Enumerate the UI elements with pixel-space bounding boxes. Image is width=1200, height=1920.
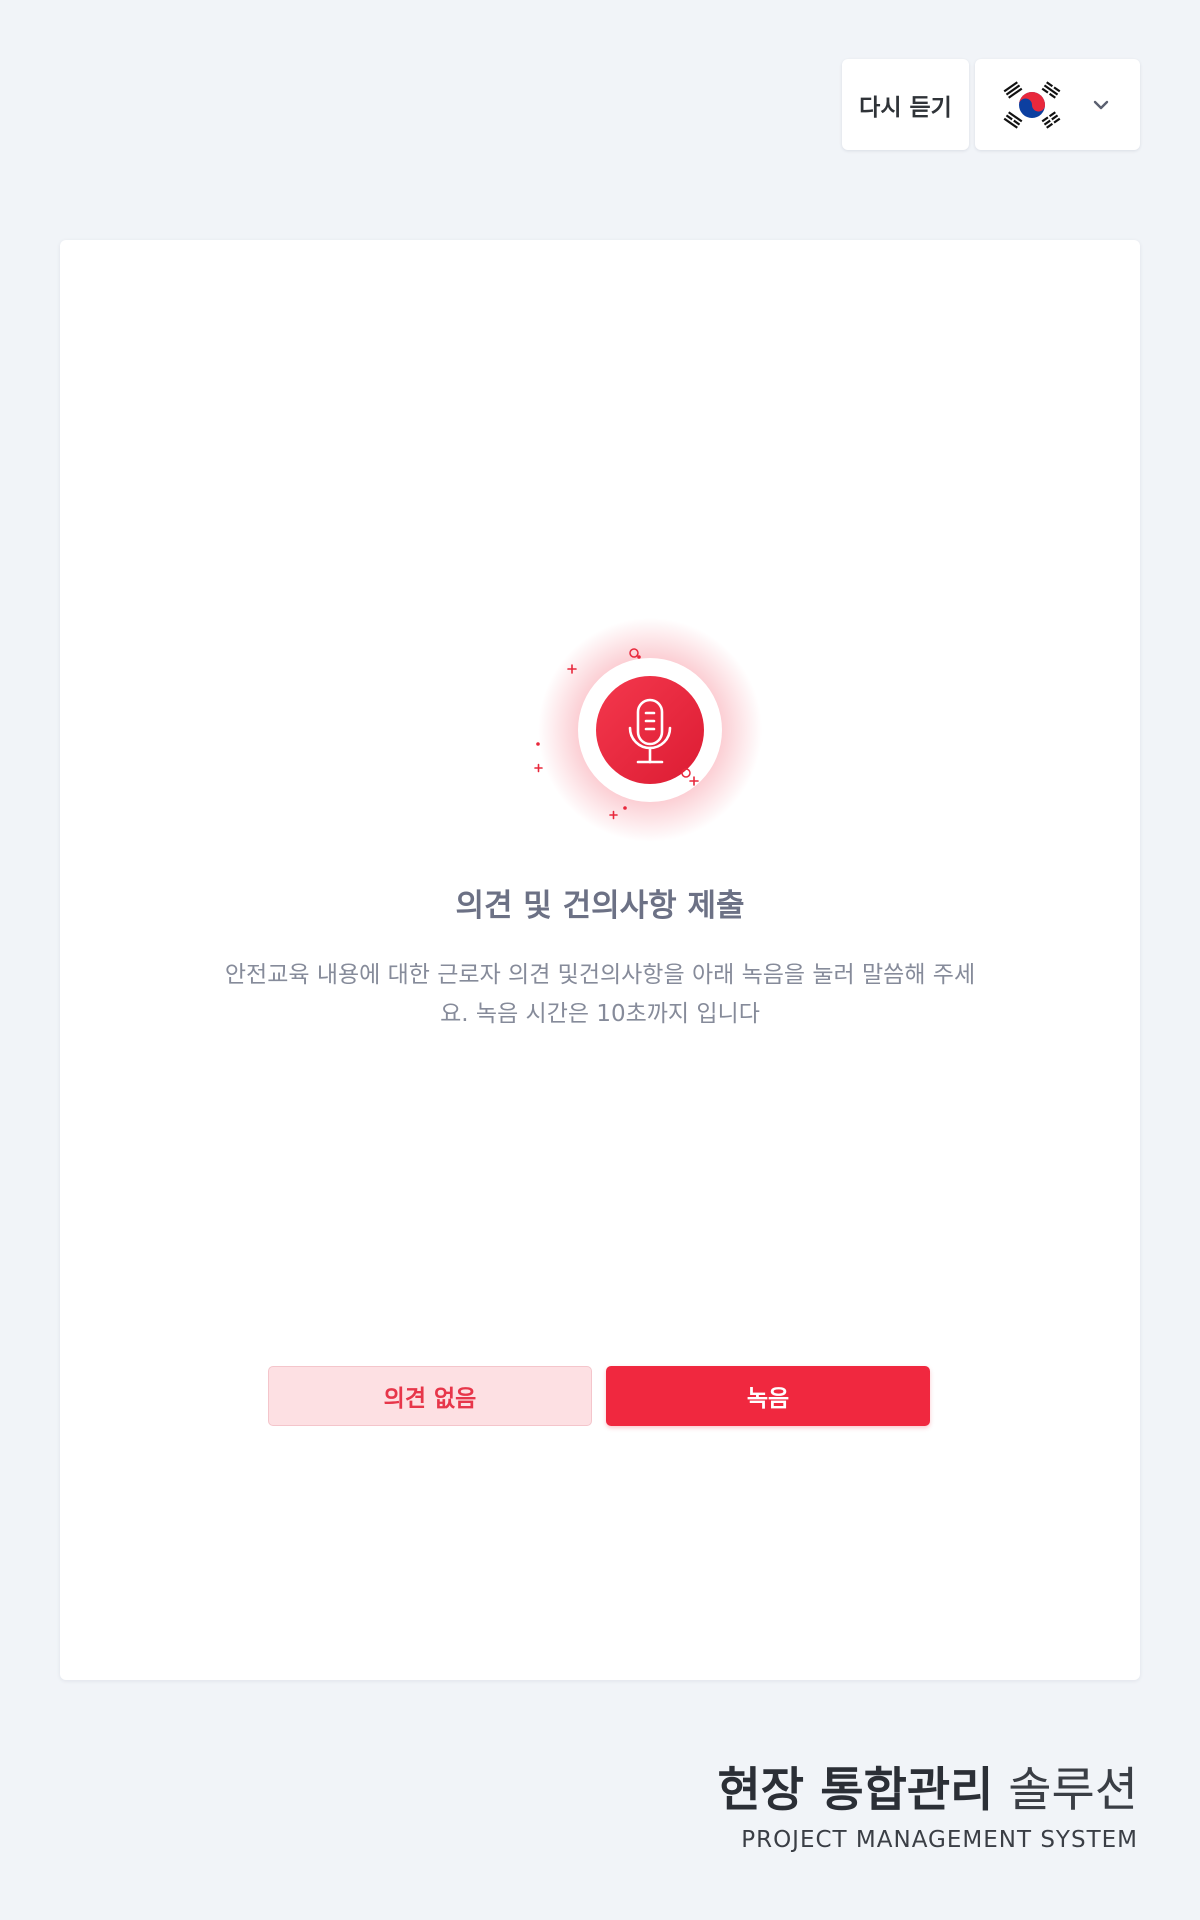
brand-subtitle: PROJECT MANAGEMENT SYSTEM xyxy=(741,1827,1138,1853)
language-select[interactable] xyxy=(975,59,1140,150)
main-card: 의견 및 건의사항 제출 안전교육 내용에 대한 근로자 의견 및건의사항을 아… xyxy=(60,240,1140,1680)
instruction-text: 안전교육 내용에 대한 근로자 의견 및건의사항을 아래 녹음을 눌러 말씀해 … xyxy=(224,962,976,1027)
microphone-icon xyxy=(534,618,762,842)
record-button[interactable]: 녹음 xyxy=(606,1366,930,1426)
brand-title: 현장 통합관리 솔루션 xyxy=(718,1763,1139,1819)
page: 다시 듣기 의견 및 건의사항 제출 안전교육 내용에 대한 근로자 의견 및건… xyxy=(0,0,1200,1920)
microphone-badge xyxy=(520,600,780,860)
top-bar: 다시 듣기 xyxy=(842,59,1140,150)
action-buttons: 의견 없음 녹음 xyxy=(268,1366,930,1426)
page-title: 의견 및 건의사항 제출 xyxy=(455,888,745,924)
no-opinion-button[interactable]: 의견 없음 xyxy=(268,1366,592,1426)
replay-button[interactable]: 다시 듣기 xyxy=(842,59,969,150)
korea-flag-icon xyxy=(999,78,1065,131)
brand-title-light: 솔루션 xyxy=(1008,1763,1138,1818)
brand-logo: 현장 통합관리 솔루션 PROJECT MANAGEMENT SYSTEM xyxy=(718,1763,1139,1853)
chevron-down-icon xyxy=(1093,100,1109,109)
brand-title-strong: 현장 통합관리 xyxy=(717,1763,994,1818)
